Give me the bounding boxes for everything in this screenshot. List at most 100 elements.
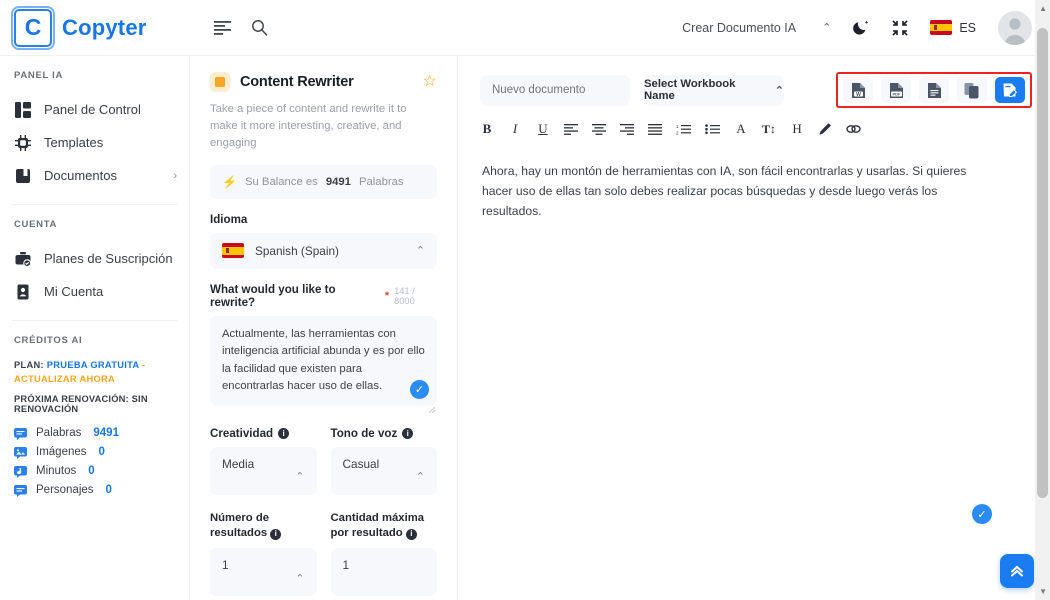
scrollbar-thumb[interactable]	[1037, 28, 1048, 498]
italic-icon[interactable]: I	[508, 120, 522, 138]
sidebar-item-label: Documentos	[44, 168, 117, 183]
brand[interactable]: C Copyter	[0, 5, 190, 50]
font-size-icon[interactable]: T↕	[762, 120, 776, 138]
format-toolbar: B I U 12 A T↕ H	[458, 108, 1050, 138]
export-word-button[interactable]: W	[843, 77, 873, 103]
heading-icon[interactable]: H	[790, 120, 804, 138]
rewriter-icon	[210, 72, 230, 92]
character-counter: 141 / 8000	[394, 285, 415, 306]
align-left-icon[interactable]	[564, 120, 578, 138]
highlight-icon[interactable]	[818, 120, 832, 138]
tone-label: Tono de voz	[330, 426, 398, 440]
info-icon[interactable]: i	[270, 528, 282, 540]
sidebar-item-documentos[interactable]: Documentos ›	[0, 159, 189, 192]
document-name-input[interactable]	[480, 74, 630, 106]
moon-icon[interactable]	[853, 19, 870, 36]
ordered-list-icon[interactable]: 12	[676, 120, 691, 138]
save-document-button[interactable]	[995, 77, 1025, 103]
chat-icon	[14, 484, 27, 497]
chevron-up-icon: ⌃	[295, 471, 305, 484]
info-icon[interactable]: i	[405, 528, 417, 540]
creativity-select[interactable]: Media ⌃	[210, 446, 317, 495]
top-bar-left-icons	[214, 19, 268, 36]
align-center-icon[interactable]	[592, 120, 606, 138]
max-input[interactable]: 1	[330, 548, 437, 597]
credit-row: Minutos 0	[0, 462, 189, 481]
sidebar-item-templates[interactable]: Templates	[0, 126, 189, 159]
avatar-image	[998, 10, 1032, 45]
compress-icon[interactable]	[892, 19, 908, 36]
star-icon[interactable]: ☆	[423, 74, 437, 90]
creativity-tone-row: Creatividad i Media ⌃ Tono de voz i Casu…	[210, 413, 437, 495]
results-label-row: Número de resultados i	[210, 511, 317, 542]
chip-icon	[14, 134, 31, 151]
logo-icon: C	[11, 5, 55, 50]
tool-description: Take a piece of content and rewrite it t…	[210, 103, 407, 149]
credit-value: 0	[88, 465, 95, 478]
link-icon[interactable]	[846, 120, 861, 138]
check-circle-icon[interactable]: ✓	[410, 379, 429, 399]
balance-value: 9491	[325, 175, 351, 188]
info-icon[interactable]: i	[278, 427, 290, 439]
app-root: C Copyter Crear Documento IA ⌃ ES PANEL …	[0, 0, 1050, 600]
results-select[interactable]: 1 ⌃	[210, 548, 317, 597]
sidebar-item-planes-de-suscripcion[interactable]: Planes de Suscripción	[0, 242, 189, 275]
plan-line: PLAN: PRUEBA GRATUITA - ACTUALIZAR AHORA	[0, 358, 189, 387]
results-label: Número de resultados	[210, 511, 270, 540]
editor-top-row: Select Workbook Name ⌃ W PDF	[458, 56, 1050, 108]
credit-value: 9491	[93, 427, 119, 440]
align-justify-icon[interactable]	[648, 120, 662, 138]
export-text-button[interactable]	[919, 77, 949, 103]
chevron-up-icon: ⌃	[415, 245, 425, 258]
workbook-select[interactable]: Select Workbook Name ⌃	[644, 74, 784, 106]
browser-scrollbar[interactable]: ▲ ▼	[1035, 0, 1050, 600]
info-icon[interactable]: i	[402, 427, 414, 439]
editor-content[interactable]: Ahora, hay un montón de herramientas con…	[458, 138, 1050, 221]
sidebar-divider	[12, 204, 177, 205]
plan-name: PRUEBA GRATUITA	[46, 360, 140, 370]
rewrite-textarea[interactable]	[210, 315, 437, 406]
top-bar: C Copyter Crear Documento IA ⌃ ES	[0, 0, 1050, 56]
language-selector[interactable]: ES	[930, 20, 976, 35]
tool-panel: Content Rewriter ☆ Take a piece of conte…	[190, 56, 458, 600]
scroll-up-arrow-icon[interactable]: ▲	[1039, 4, 1047, 13]
tone-label-row: Tono de voz i	[331, 427, 438, 440]
avatar[interactable]	[998, 10, 1032, 45]
check-circle-icon[interactable]: ✓	[972, 504, 992, 524]
sidebar-item-mi-cuenta[interactable]: Mi Cuenta	[0, 275, 189, 308]
editor-area: Select Workbook Name ⌃ W PDF	[458, 56, 1050, 600]
creativity-value: Media	[222, 456, 255, 471]
dashboard-icon	[14, 101, 31, 118]
chevron-up-icon: ⌃	[295, 572, 305, 585]
double-chevron-up-icon[interactable]	[1000, 554, 1034, 588]
language-select[interactable]: Spanish (Spain) ⌃	[210, 232, 437, 269]
bullet-list-icon[interactable]	[705, 120, 720, 138]
credit-label: Personajes	[36, 484, 94, 497]
underline-icon[interactable]: U	[536, 120, 550, 138]
credit-value: 0	[98, 446, 105, 459]
sidebar-item-panel-de-control[interactable]: Panel de Control	[0, 93, 189, 126]
tone-field: Tono de voz i Casual ⌃	[330, 413, 438, 495]
credit-value: 0	[105, 484, 112, 497]
menu-icon[interactable]	[214, 20, 231, 35]
plan-upgrade-link[interactable]: ACTUALIZAR AHORA	[14, 374, 115, 384]
svg-text:2: 2	[676, 130, 679, 135]
results-field: Número de resultados i 1 ⌃	[210, 497, 317, 597]
export-toolbar-highlight: W PDF	[836, 72, 1032, 108]
search-icon[interactable]	[251, 19, 268, 36]
max-per-result-field: Cantidad máxima por resultado i 1	[330, 497, 437, 597]
resize-handle[interactable]	[426, 400, 436, 414]
copy-button[interactable]	[957, 77, 987, 103]
page-body: PANEL IA Panel de Control Templates Docu…	[0, 56, 1050, 600]
svg-text:PDF: PDF	[892, 91, 901, 96]
tone-select[interactable]: Casual ⌃	[330, 446, 437, 495]
create-document-dropdown[interactable]: Crear Documento IA ⌃	[682, 21, 831, 35]
font-color-icon[interactable]: A	[734, 120, 748, 138]
results-row: Número de resultados i 1 ⌃ Cantidad máxi…	[210, 497, 437, 597]
sidebar-section-panel: PANEL IA	[14, 70, 64, 81]
scroll-down-arrow-icon[interactable]: ▼	[1039, 587, 1047, 596]
sidebar-item-label: Planes de Suscripción	[44, 251, 173, 266]
export-pdf-button[interactable]: PDF	[881, 77, 911, 103]
align-right-icon[interactable]	[620, 120, 634, 138]
bold-icon[interactable]: B	[480, 120, 494, 138]
